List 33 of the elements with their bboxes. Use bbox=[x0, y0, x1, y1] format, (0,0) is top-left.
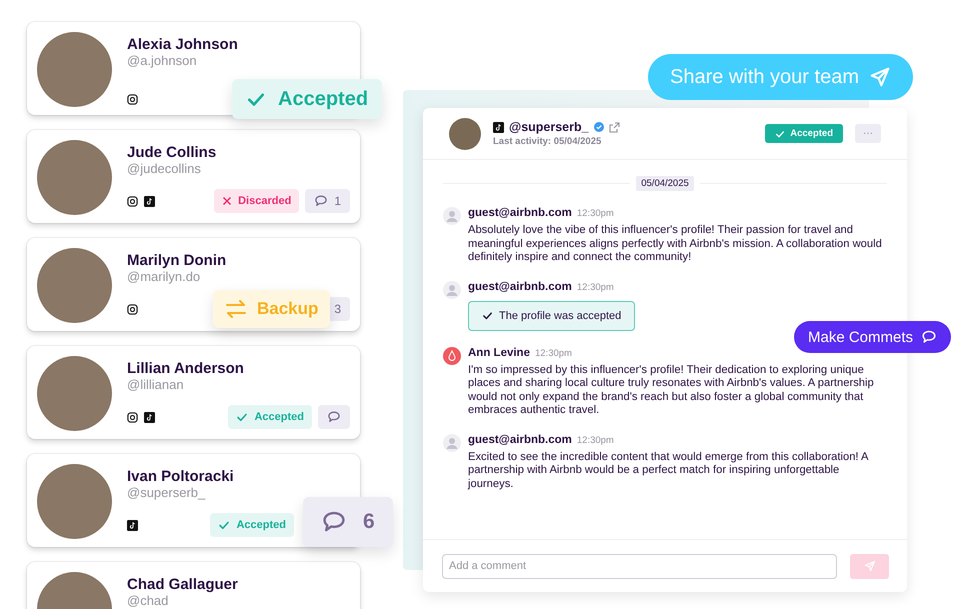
status-note: The profile was accepted bbox=[468, 300, 636, 330]
comments-toast: 6 bbox=[303, 497, 393, 547]
influencer-name: Chad Gallaguer bbox=[127, 576, 239, 593]
backup-toast: Backup bbox=[213, 290, 330, 328]
comment-time: 12:30pm bbox=[576, 434, 614, 446]
comment-text: I'm so impressed by this influencer's profile! Their dedication to exploring unique places and sharing local culture truly resonates with Airbnb's values. A partnership would not only expand the brand's reach but also foster a global community that embraces authentic travel. bbox=[468, 364, 875, 418]
comment-time: 12:30pm bbox=[534, 348, 572, 358]
influencer-name: Lillian Anderson bbox=[127, 360, 245, 377]
comment-author: guest@airbnb.com bbox=[468, 280, 572, 292]
influencer-name: Ivan Poltoracki bbox=[127, 468, 235, 485]
last-activity: Last activity: 05/04/2025 bbox=[493, 136, 602, 147]
status-badge: Accepted bbox=[228, 405, 312, 429]
comment-time: 12:30pm bbox=[576, 208, 614, 219]
profile-handle: @superserb_ bbox=[509, 120, 589, 134]
status-badge: Accepted bbox=[765, 124, 843, 143]
comment-author: Ann Levine bbox=[468, 346, 530, 358]
comment-text: Excited to see the incredible content that would emerge from this collaboration! A partnership with Airbnb would be a perfect match for inspiring unforgettable journeys. bbox=[468, 450, 870, 491]
influencer-name: Jude Collins bbox=[127, 144, 218, 161]
influencer-handle: @marilyn.do bbox=[127, 270, 202, 284]
influencer-handle: @a.johnson bbox=[127, 54, 198, 68]
influencer-handle: @lillianan bbox=[127, 378, 185, 392]
comment-time: 12:30pm bbox=[576, 282, 614, 292]
influencer-name: Marilyn Donin bbox=[127, 252, 228, 269]
comment-text: Absolutely love the vibe of this influencer's profile! Their passion for travel and meaningful experiences aligns perfectly with Airbnb's mission. A collaboration would definitely inspire and connect the community! bbox=[468, 224, 883, 264]
influencer-handle: @judecollins bbox=[127, 162, 202, 176]
status-badge: Accepted bbox=[210, 513, 294, 537]
comment-author: guest@airbnb.com bbox=[468, 434, 572, 446]
comment-author: guest@airbnb.com bbox=[468, 207, 572, 219]
accepted-toast: Accepted bbox=[232, 79, 382, 119]
influencer-handle: @chad bbox=[127, 594, 170, 608]
status-badge: Discarded bbox=[214, 189, 300, 213]
influencer-handle: @superserb_ bbox=[127, 486, 206, 500]
influencer-name: Alexia Johnson bbox=[127, 36, 239, 53]
